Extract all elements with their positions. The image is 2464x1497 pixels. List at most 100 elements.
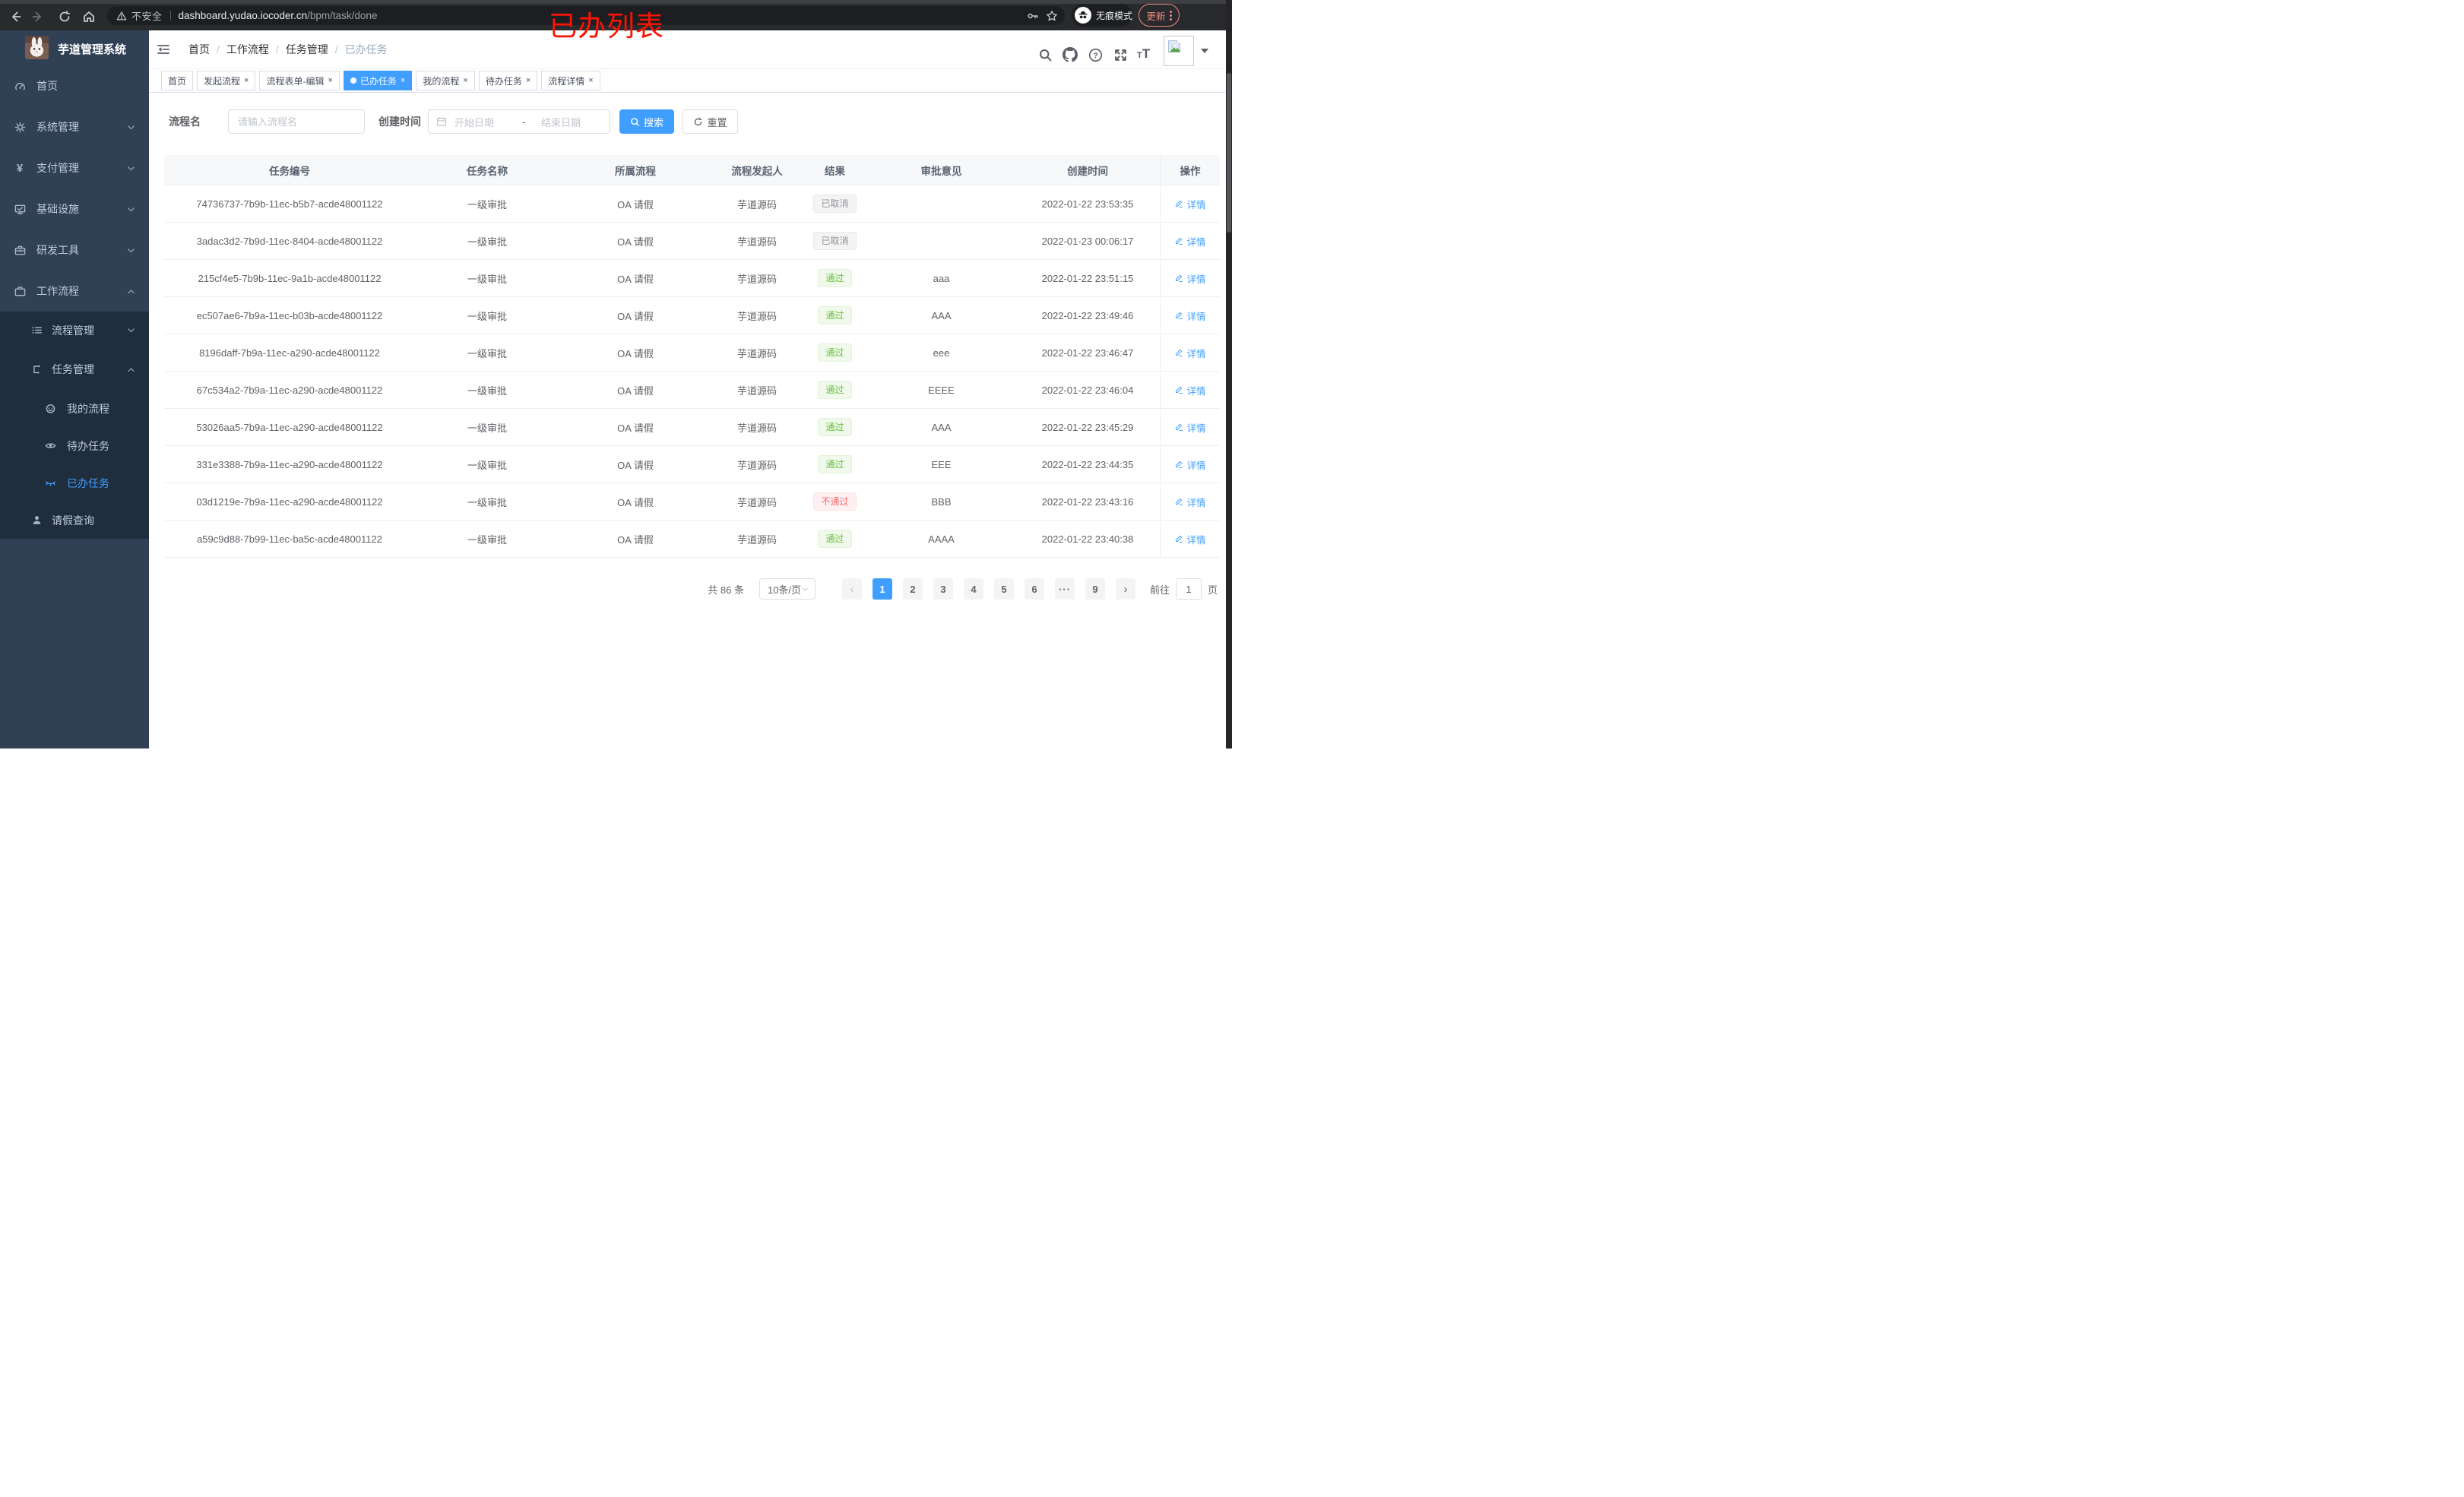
status-badge: 不通过 [813, 492, 857, 511]
close-icon[interactable]: × [588, 76, 593, 85]
tab-done-tasks[interactable]: 已办任务 × [343, 71, 413, 90]
sidebar-item-workflow[interactable]: 工作流程 [0, 271, 149, 312]
page-button-1[interactable]: 1 [872, 578, 892, 600]
search-button[interactable]: 搜索 [619, 109, 674, 134]
column-header: 流程发起人 [711, 155, 803, 185]
close-icon[interactable]: × [244, 76, 249, 85]
cell-starter: 芋道源码 [711, 483, 803, 521]
sidebar-item-label: 请假查询 [52, 514, 94, 527]
detail-link[interactable]: 详情 [1174, 457, 1206, 472]
scrollbar-thumb[interactable] [1227, 73, 1231, 233]
close-icon[interactable]: × [401, 76, 405, 85]
caret-down-icon[interactable] [1201, 49, 1208, 53]
url-host: dashboard.yudao.iocoder.cn [178, 10, 308, 21]
detail-link[interactable]: 详情 [1174, 532, 1206, 546]
sidebar-item-payment[interactable]: ¥ 支付管理 [0, 147, 149, 188]
prev-page-button[interactable]: ‹ [841, 578, 862, 600]
page-button-9[interactable]: 9 [1085, 578, 1105, 600]
sidebar-item-process-mgmt[interactable]: 流程管理 [0, 312, 149, 349]
page-button-4[interactable]: 4 [963, 578, 983, 600]
close-icon[interactable]: × [328, 76, 332, 85]
detail-link[interactable]: 详情 [1174, 420, 1206, 435]
breadcrumb-item-1[interactable]: 工作流程 [226, 42, 269, 57]
security-label: 不安全 [131, 11, 163, 22]
eye-open-icon [44, 440, 56, 451]
cell-process: OA 请假 [559, 185, 711, 223]
home-icon[interactable] [82, 10, 96, 24]
close-icon[interactable]: × [463, 76, 467, 85]
detail-link[interactable]: 详情 [1174, 309, 1206, 323]
cell-task-id: ec507ae6-7b9a-11ec-b03b-acde48001122 [164, 297, 415, 334]
tab-form-edit[interactable]: 流程表单-编辑 × [259, 71, 340, 90]
forward-icon[interactable] [31, 10, 45, 24]
sidebar-item-done-tasks[interactable]: 已办任务 [0, 464, 149, 502]
detail-link[interactable]: 详情 [1174, 197, 1206, 211]
monitor-icon [14, 204, 26, 215]
text-size-icon[interactable]: TT [1137, 47, 1150, 60]
more-pages-button[interactable]: ··· [1054, 578, 1075, 600]
page-size-select[interactable]: 10条/页 [759, 578, 816, 600]
cell-created: 2022-01-22 23:49:46 [1015, 297, 1160, 334]
breadcrumb-item-0[interactable]: 首页 [188, 42, 210, 57]
sidebar-item-leave-query[interactable]: 请假查询 [0, 502, 149, 539]
cell-task-name: 一级审批 [415, 260, 559, 297]
tab-process-detail[interactable]: 流程详情 × [541, 71, 600, 90]
reset-button[interactable]: 重置 [683, 109, 738, 134]
cell-task-id: 215cf4e5-7b9b-11ec-9a1b-acde48001122 [164, 260, 415, 297]
question-icon[interactable]: ? [1088, 48, 1103, 62]
cell-result: 通过 [803, 409, 867, 446]
key-icon[interactable] [1027, 10, 1039, 22]
cell-result: 通过 [803, 334, 867, 372]
sidebar-item-label: 支付管理 [36, 162, 79, 174]
avatar[interactable] [1164, 36, 1194, 66]
sidebar-item-devtools[interactable]: 研发工具 [0, 229, 149, 271]
detail-link[interactable]: 详情 [1174, 234, 1206, 248]
hamburger-fold-icon[interactable] [157, 43, 170, 56]
kebab-menu-icon[interactable] [1169, 10, 1172, 21]
update-label: 更新 [1146, 11, 1166, 22]
page-button-2[interactable]: 2 [902, 578, 923, 600]
cell-process: OA 请假 [559, 334, 711, 372]
tab-home[interactable]: 首页 [161, 71, 194, 90]
table-row: 03d1219e-7b9a-11ec-a290-acde48001122 一级审批… [164, 483, 1220, 521]
star-icon[interactable] [1046, 10, 1058, 22]
process-name-input[interactable] [228, 109, 365, 134]
sidebar-item-my-process[interactable]: 我的流程 [0, 390, 149, 427]
cell-actions: 详情 [1160, 260, 1220, 297]
sidebar-item-home[interactable]: 首页 [0, 65, 149, 106]
breadcrumb-item-2[interactable]: 任务管理 [286, 42, 328, 57]
cell-result: 通过 [803, 521, 867, 558]
github-icon[interactable] [1063, 47, 1078, 62]
chevron-up-icon [125, 364, 137, 375]
cell-task-id: 03d1219e-7b9a-11ec-a290-acde48001122 [164, 483, 415, 521]
sidebar-item-todo-tasks[interactable]: 待办任务 [0, 427, 149, 464]
tab-todo-tasks[interactable]: 待办任务 × [478, 71, 538, 90]
update-button[interactable]: 更新 [1139, 4, 1180, 27]
goto-page-input[interactable] [1175, 578, 1202, 600]
detail-link[interactable]: 详情 [1174, 495, 1206, 509]
status-badge: 通过 [818, 343, 852, 362]
next-page-button[interactable]: › [1115, 578, 1135, 600]
cell-created: 2022-01-22 23:46:47 [1015, 334, 1160, 372]
close-icon[interactable]: × [526, 76, 530, 85]
page-button-3[interactable]: 3 [933, 578, 953, 600]
back-icon[interactable] [8, 10, 22, 24]
date-range-picker[interactable]: 开始日期 - 结束日期 [428, 109, 610, 134]
sidebar-item-infrastructure[interactable]: 基础设施 [0, 188, 149, 229]
tab-my-process[interactable]: 我的流程 × [416, 71, 475, 90]
page-button-5[interactable]: 5 [993, 578, 1014, 600]
search-icon[interactable] [1038, 48, 1053, 62]
detail-link[interactable]: 详情 [1174, 346, 1206, 360]
refresh-icon[interactable] [58, 10, 71, 24]
tab-start-process[interactable]: 发起流程 × [197, 71, 256, 90]
sidebar-item-system[interactable]: 系统管理 [0, 106, 149, 147]
page-button-6[interactable]: 6 [1024, 578, 1044, 600]
page-scrollbar[interactable] [1226, 0, 1232, 748]
table-row: ec507ae6-7b9a-11ec-b03b-acde48001122 一级审批… [164, 297, 1220, 334]
flow-icon [30, 364, 43, 375]
fullscreen-icon[interactable] [1113, 48, 1128, 62]
detail-link[interactable]: 详情 [1174, 383, 1206, 397]
pencil-icon [1174, 385, 1183, 394]
detail-link[interactable]: 详情 [1174, 271, 1206, 286]
sidebar-item-task-mgmt[interactable]: 任务管理 [0, 349, 149, 390]
